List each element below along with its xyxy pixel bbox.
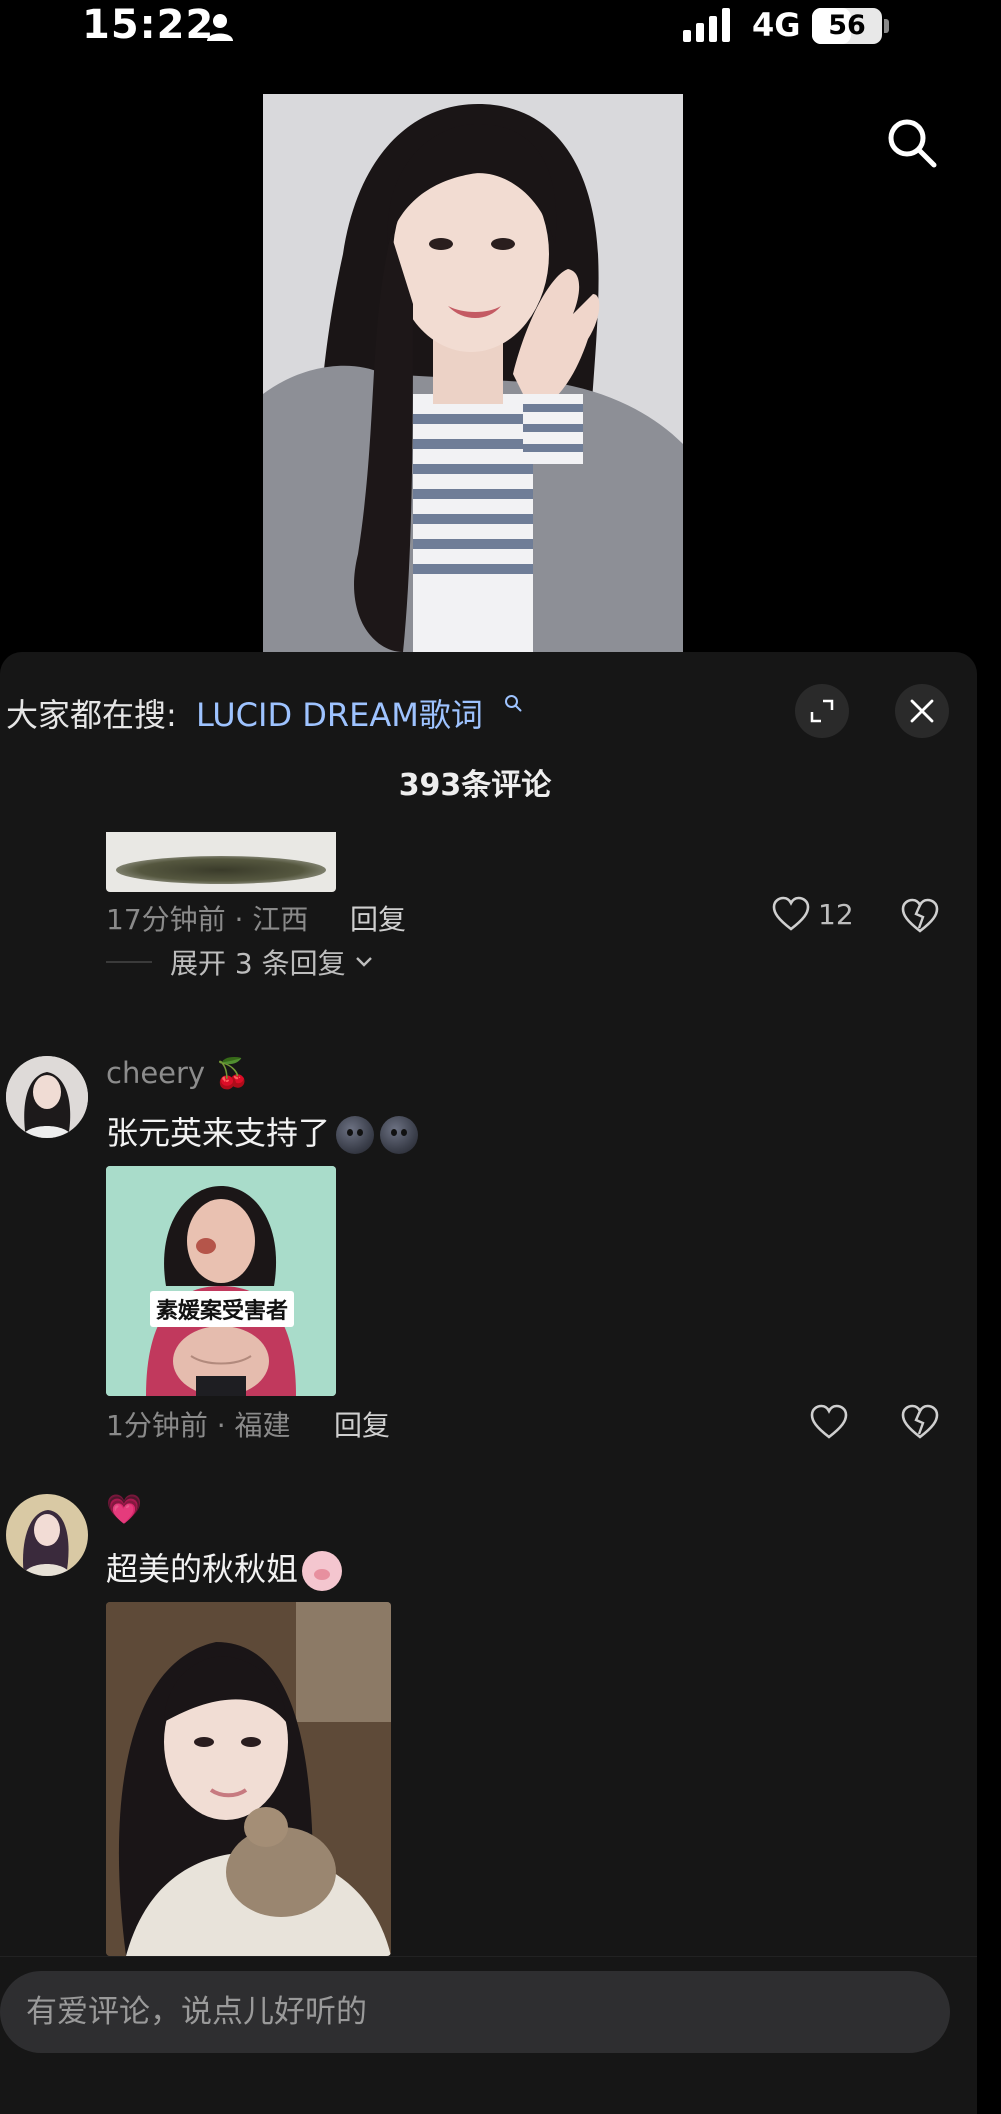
emoji-icon	[380, 1116, 419, 1154]
comment-image[interactable]: 素媛案受害者	[106, 1166, 336, 1396]
trending-prefix: 大家都在搜:	[6, 696, 177, 734]
battery-tip	[884, 19, 889, 33]
network-label: 4G	[752, 6, 801, 44]
panel-header: 大家都在搜: LUCID DREAM歌词	[0, 682, 977, 738]
status-bar: 15:22 4G 56	[0, 0, 1001, 60]
expand-button[interactable]	[795, 684, 849, 738]
battery-indicator: 56	[812, 8, 882, 44]
battery-level: 56	[828, 10, 866, 41]
search-icon[interactable]	[884, 115, 940, 171]
reply-button[interactable]: 回复	[350, 898, 406, 938]
pig-emoji-icon	[302, 1551, 343, 1591]
avatar[interactable]	[6, 1494, 88, 1576]
comment-username[interactable]: 💗	[106, 1492, 142, 1527]
comment-username[interactable]: cheery 🍒	[106, 1056, 250, 1091]
like-count: 12	[818, 897, 854, 931]
avatar-image	[6, 1056, 88, 1138]
comment-image-content	[106, 1602, 391, 1956]
comment-count: 393条评论	[398, 768, 552, 803]
comment-meta: 17分钟前 · 江西	[106, 903, 309, 936]
heart-icon	[772, 896, 810, 931]
emoji-icon	[336, 1116, 375, 1154]
comment-input-area	[0, 1956, 977, 2114]
comment-image-content	[106, 1166, 336, 1396]
close-icon	[910, 699, 934, 723]
reply-button[interactable]: 回复	[334, 1404, 390, 1444]
divider	[106, 961, 152, 963]
video-area[interactable]	[0, 60, 1001, 652]
heart-icon[interactable]	[810, 1404, 848, 1440]
scroll-edge	[977, 652, 1001, 2114]
comment-text: 张元英来支持了	[106, 1108, 419, 1154]
expand-icon	[810, 699, 834, 723]
dislike-icon[interactable]	[901, 898, 939, 934]
avatar-image	[6, 1494, 88, 1576]
dislike-icon[interactable]	[901, 1404, 939, 1440]
comment-text: 超美的秋秋姐	[106, 1544, 343, 1591]
chevron-down-icon	[355, 957, 372, 967]
comment-input[interactable]	[0, 1971, 950, 2053]
comment-image[interactable]	[106, 1602, 391, 1956]
close-button[interactable]	[895, 684, 949, 738]
avatar[interactable]	[6, 1056, 88, 1138]
status-time: 15:22	[82, 2, 215, 48]
trending-keyword-link[interactable]: LUCID DREAM歌词	[196, 690, 483, 736]
video-player[interactable]	[263, 94, 683, 652]
video-frame-image	[263, 94, 683, 652]
comment-panel: 大家都在搜: LUCID DREAM歌词 393条评论 17分钟前 · 江西 回…	[0, 652, 977, 2114]
signal-icon	[683, 8, 730, 42]
comment-image[interactable]	[106, 832, 336, 892]
comment-meta: 1分钟前 · 福建	[106, 1409, 291, 1442]
comment-text-content: 张元英来支持了	[106, 1114, 331, 1152]
search-icon	[505, 695, 522, 712]
expand-replies-button[interactable]: 展开 3 条回复	[106, 942, 374, 982]
like-button[interactable]: 12	[772, 896, 854, 932]
person-icon	[207, 14, 233, 41]
expand-replies-label: 展开 3 条回复	[170, 947, 346, 980]
image-caption: 素媛案受害者	[150, 1291, 295, 1327]
comment-text-content: 超美的秋秋姐	[106, 1550, 299, 1588]
